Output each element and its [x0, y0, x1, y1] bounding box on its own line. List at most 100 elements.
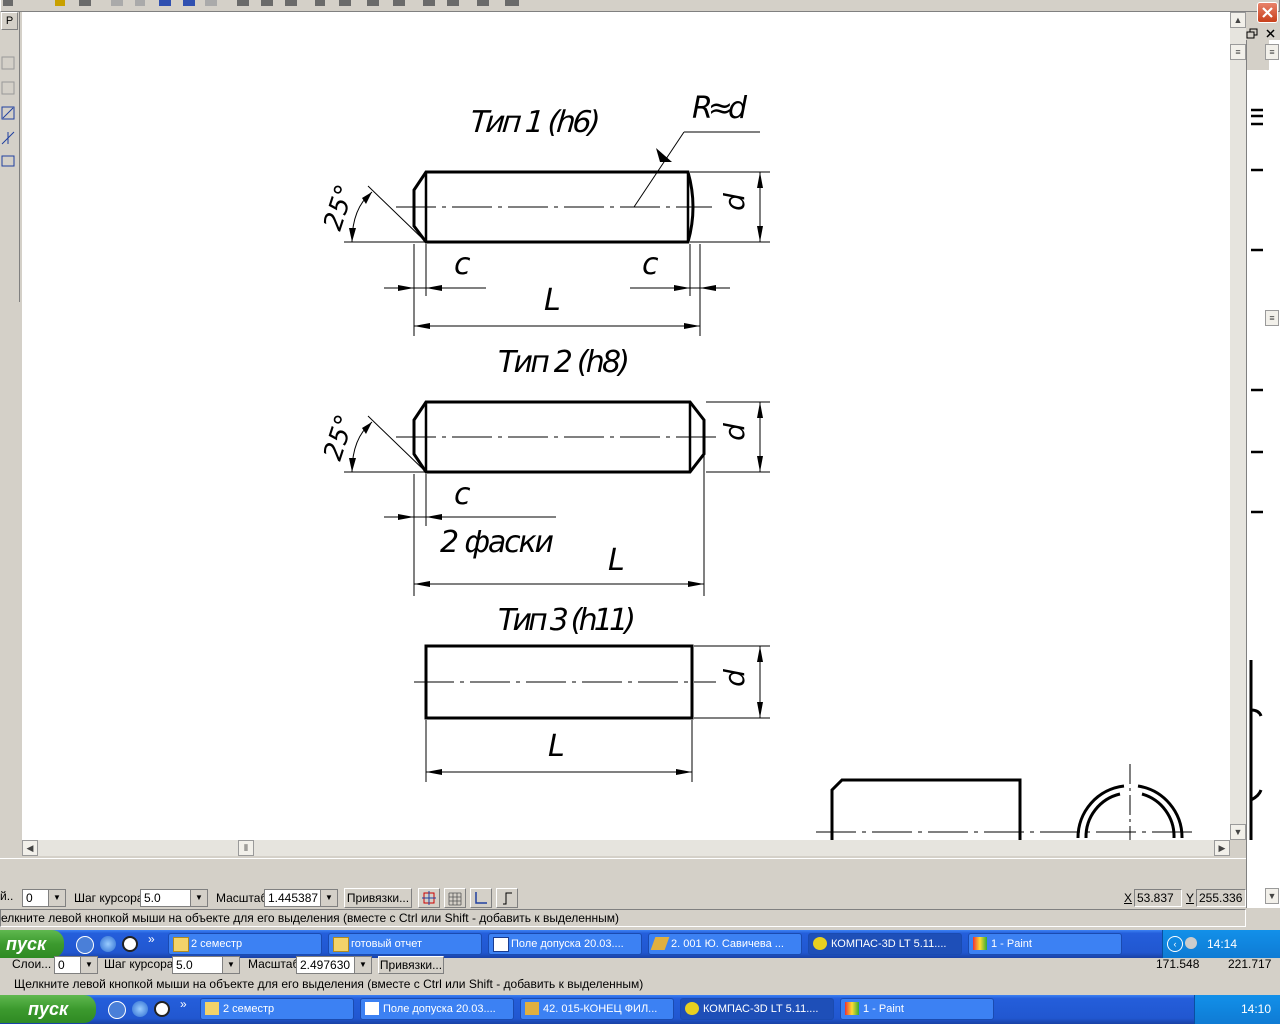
ghost-task-label: Поле допуска 20.03.... [383, 1003, 496, 1015]
ghost-tray: 14:10 [1194, 995, 1280, 1024]
task-button[interactable]: Поле допуска 20.03.... [488, 933, 642, 955]
quicklaunch-bs-icon[interactable] [76, 936, 94, 954]
task-label: 2 семестр [191, 938, 243, 950]
quicklaunch-browser-icon[interactable] [100, 936, 116, 952]
grid-snap-button[interactable] [418, 888, 440, 908]
quicklaunch-more-icon[interactable]: » [148, 932, 155, 946]
ghost-cursor-step-value: 5.0 [176, 958, 193, 972]
toolbar-icons[interactable] [1, 0, 541, 10]
horizontal-scrollbar[interactable]: ◀ ⦀ ▶ [22, 840, 1230, 856]
task-button[interactable]: 2. 001 Ю. Савичева ... [648, 933, 802, 955]
tray-collapse-icon[interactable]: ‹ [1167, 936, 1183, 952]
bg-scroll-mid[interactable]: ≡ [1265, 310, 1279, 326]
layer-value: 0 [26, 891, 33, 905]
ghost-task-label: 2 семестр [223, 1003, 275, 1015]
scroll-up-button[interactable]: ▲ [1230, 12, 1246, 28]
type2-title: Тип 2 (h8) [498, 345, 630, 380]
tray-app-icon[interactable] [1185, 937, 1197, 949]
task-button[interactable]: готовый отчет [328, 933, 482, 955]
layer-label: й.. [0, 889, 14, 903]
system-tray: ‹ 14:14 [1162, 930, 1280, 958]
cursor-step-value: 5.0 [144, 891, 161, 905]
task-button[interactable]: 2 семестр [168, 933, 322, 955]
folder-icon [205, 1002, 219, 1015]
x-coordinate: 53.837 [1134, 889, 1182, 907]
chamfers-note: 2 фаски [440, 525, 554, 560]
task-label: 2. 001 Ю. Савичева ... [671, 938, 784, 950]
x-label: X [1124, 891, 1133, 905]
type2-c-label: c [454, 477, 471, 512]
scale-combo[interactable]: 1.445387 ▼ [264, 889, 338, 907]
start-label: пуск [6, 934, 47, 954]
scale-value: 1.445387 [268, 891, 319, 905]
ghost-task-label: 1 - Paint [863, 1003, 904, 1015]
ghost-bs-icon [108, 1001, 126, 1019]
restore-icon [1246, 28, 1258, 39]
scroll-thumb[interactable]: ≡ [1230, 44, 1246, 60]
close-doc-icon [1266, 29, 1275, 38]
type1-angle-label: 25° [318, 181, 361, 234]
y-coordinate: 255.336 [1196, 889, 1246, 907]
main-toolbar [0, 0, 1280, 12]
ghost-task-label: КОМПАС-3D LT 5.11.... [703, 1003, 819, 1015]
scroll-right-button[interactable]: ▶ [1214, 840, 1230, 856]
folder-icon [173, 937, 189, 952]
quicklaunch-panda-icon[interactable] [122, 936, 138, 952]
scale-label: Масштаб [216, 891, 268, 905]
ortho-button[interactable] [496, 888, 518, 908]
type1-length-label: L [544, 283, 561, 318]
task-label: КОМПАС-3D LT 5.11.... [831, 938, 947, 950]
task-button[interactable]: 1 - Paint [968, 933, 1122, 955]
bg-scroll-thumb[interactable]: ≡ [1265, 44, 1279, 60]
dropdown-arrow-icon: ▼ [320, 890, 337, 906]
ghost-start-label: пуск [28, 999, 69, 1019]
ghost-browser-icon [132, 1001, 148, 1017]
dropdown-arrow-icon: ▼ [190, 890, 207, 906]
folder-icon [333, 937, 349, 952]
drawing-canvas[interactable]: Тип 1 (h6) R≈d d 25° c c L Тип 2 (h8) d … [22, 12, 1230, 840]
ghost-status-panel: Слои... 0 ▼ Шаг курсора 5.0 ▼ Масштаб 2.49… [0, 956, 1280, 978]
ghost-hint-bar: Щелкните левой кнопкой мыши на объекте д… [0, 976, 1280, 994]
task-label: Поле допуска 20.03.... [511, 938, 624, 950]
start-button[interactable]: пуск [0, 930, 64, 958]
hint-bar: елкните левой кнопкой мыши на объекте дл… [0, 909, 1246, 927]
bg-scroll-down[interactable]: ▼ [1265, 888, 1279, 904]
vertical-scrollbar[interactable]: ▲ ≡ ▼ [1230, 12, 1246, 840]
kompas-icon [685, 1002, 699, 1015]
task-button-active[interactable]: КОМПАС-3D LT 5.11.... [808, 933, 962, 955]
dropdown-arrow-icon: ▼ [48, 890, 65, 906]
left-tool-panel: P [0, 12, 20, 302]
close-window-button[interactable] [1257, 2, 1278, 23]
scroll-left-button[interactable]: ◀ [22, 840, 38, 856]
grid-button[interactable] [444, 888, 466, 908]
radius-label: R≈d [692, 91, 748, 126]
word-icon [365, 1002, 379, 1015]
type2-angle-label: 25° [318, 411, 361, 464]
type1-c-right: c [642, 247, 659, 282]
paint-icon [845, 1002, 859, 1015]
type3-diameter-label: d [718, 669, 751, 687]
layer-combo[interactable]: 0 ▼ [22, 889, 66, 907]
ghost-layers-label: Слои... [12, 957, 52, 971]
ghost-layer-value: 0 [58, 958, 65, 972]
cursor-step-combo[interactable]: 5.0 ▼ [140, 889, 208, 907]
tool-icons[interactable] [0, 52, 18, 187]
restore-button[interactable] [1246, 28, 1260, 40]
ghost-cursor-step-label: Шаг курсора [104, 957, 174, 971]
scroll-h-thumb[interactable]: ⦀ [238, 840, 254, 856]
ghost-cursor-step-combo: 5.0 ▼ [172, 956, 240, 974]
ghost-scale-label: Масштаб [248, 957, 300, 971]
pencil-icon [650, 937, 670, 950]
dropdown-arrow-icon: ▼ [222, 957, 239, 973]
snaps-button[interactable]: Привязки... [344, 888, 412, 908]
close-doc-button[interactable] [1264, 28, 1278, 40]
clock: 14:14 [1207, 937, 1238, 951]
scroll-down-button[interactable]: ▼ [1230, 824, 1246, 840]
ghost-hint: Щелкните левой кнопкой мыши на объекте д… [14, 977, 644, 991]
drawing-sheet: Тип 1 (h6) R≈d d 25° c c L Тип 2 (h8) d … [318, 91, 1196, 840]
ghost-x-value: 171.548 [1156, 957, 1200, 971]
page-tab[interactable]: P [1, 12, 18, 30]
ghost-start-button: пуск [0, 995, 96, 1023]
local-cs-button[interactable] [470, 888, 492, 908]
grid-icon [448, 892, 462, 906]
